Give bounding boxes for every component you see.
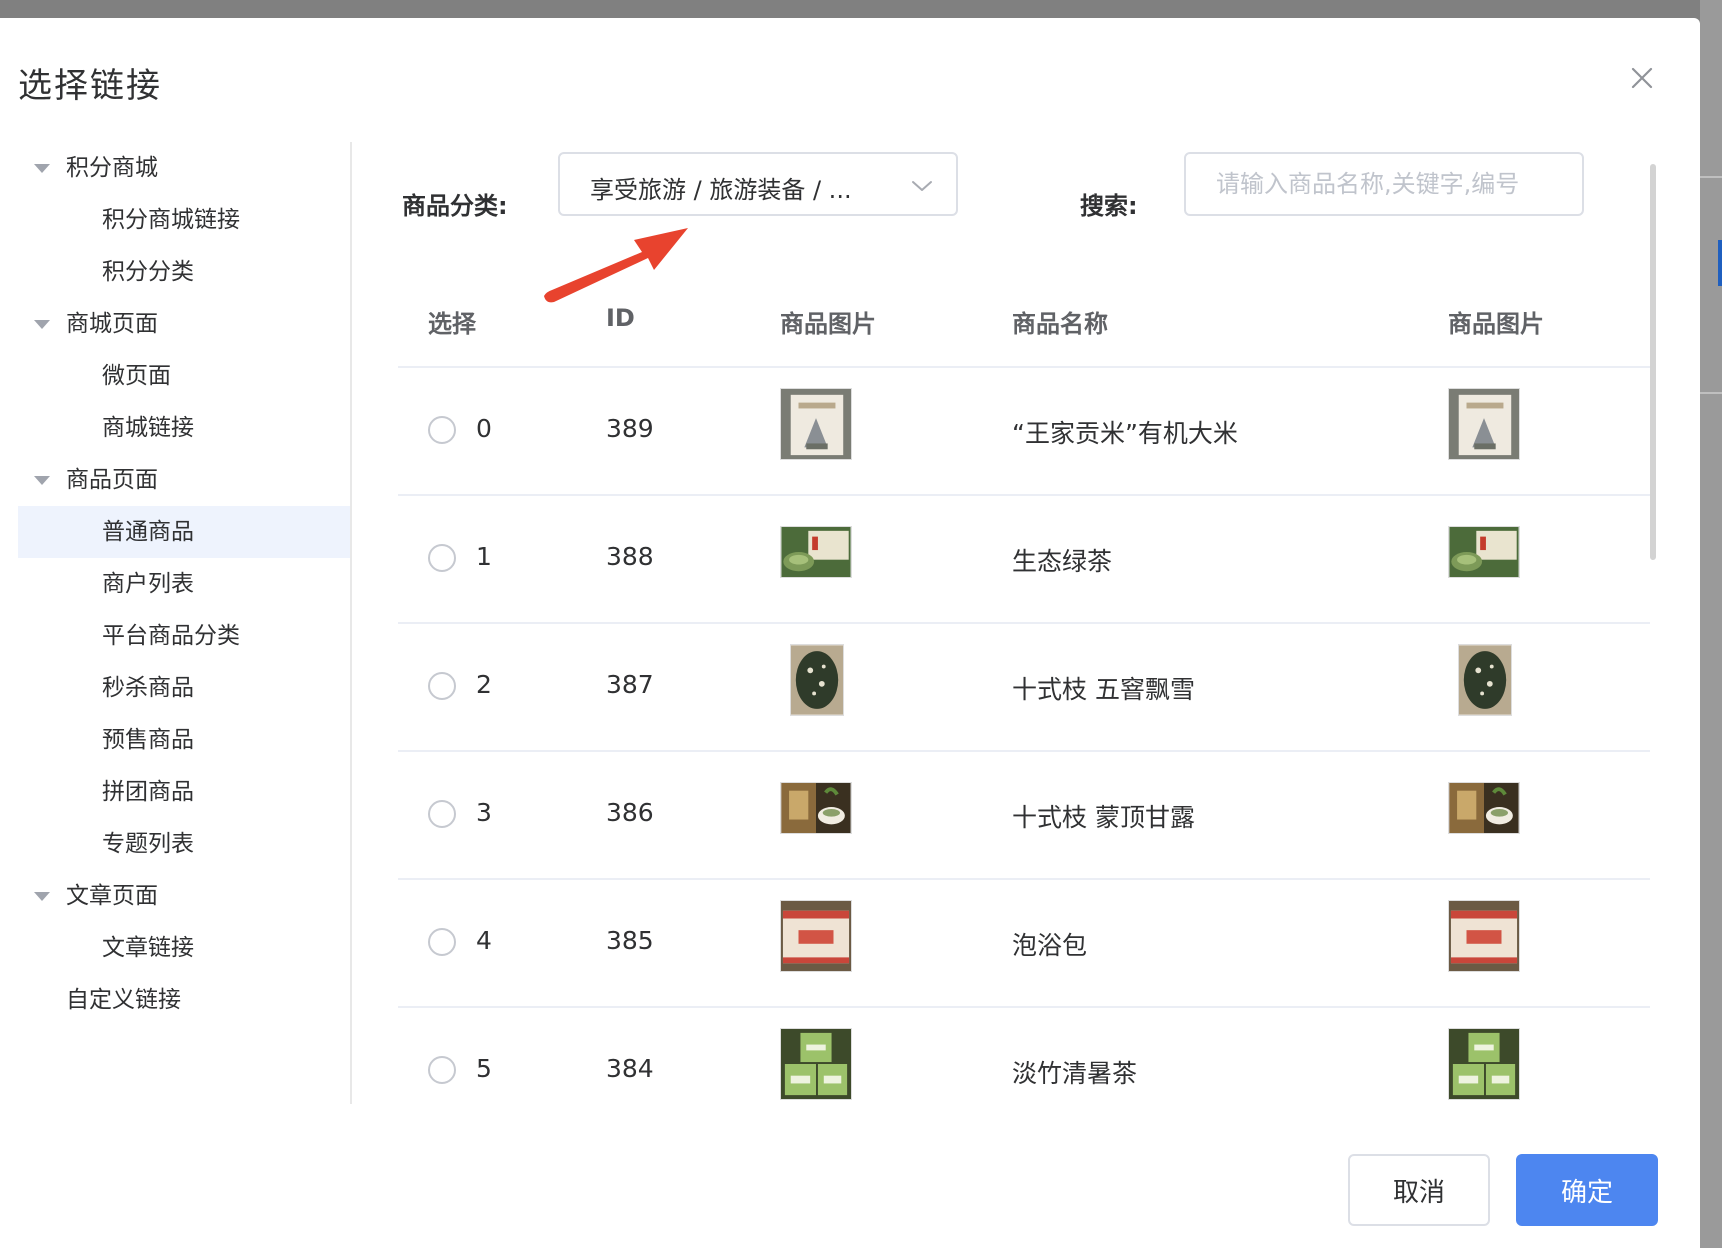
row-radio[interactable] <box>428 928 456 956</box>
row-radio[interactable] <box>428 544 456 572</box>
product-image <box>790 644 844 716</box>
row-id: 388 <box>606 542 654 571</box>
product-name: 生态绿茶 <box>1012 547 1113 576</box>
caret-down-icon <box>34 476 50 485</box>
tree-item-group-buy[interactable]: 拼团商品 <box>18 766 350 818</box>
backdrop-divider <box>1700 392 1722 394</box>
table-row[interactable]: 2 387 十式枝 五窨飘雪 <box>398 622 1650 750</box>
product-table: 选择 ID 商品图片 商品名称 商品图片 0 389 “王家贡米”有机大米 1 … <box>398 282 1650 1104</box>
confirm-button[interactable]: 确定 <box>1516 1154 1658 1226</box>
chevron-down-icon <box>912 181 932 191</box>
row-radio[interactable] <box>428 800 456 828</box>
column-header-select: 选择 <box>428 310 476 338</box>
tree-group-label: 积分商城 <box>66 155 158 181</box>
close-icon[interactable] <box>1622 58 1662 98</box>
tree-group-article-pages[interactable]: 文章页面 <box>18 870 350 922</box>
tree-item-merchant-list[interactable]: 商户列表 <box>18 558 350 610</box>
tree-item-mall-link[interactable]: 商城链接 <box>18 402 350 454</box>
product-image <box>1448 526 1520 578</box>
row-index: 5 <box>476 1054 492 1083</box>
tree-item-presale[interactable]: 预售商品 <box>18 714 350 766</box>
product-image <box>780 1028 852 1100</box>
search-label: 搜索: <box>1080 192 1138 220</box>
tree-item-points-category[interactable]: 积分分类 <box>18 246 350 298</box>
caret-down-icon <box>34 320 50 329</box>
page-backdrop-edge <box>1700 0 1722 1248</box>
row-index: 1 <box>476 542 492 571</box>
product-name: 十式枝 五窨飘雪 <box>1012 675 1195 704</box>
caret-down-icon <box>34 892 50 901</box>
product-image <box>1448 1028 1520 1100</box>
product-image <box>780 388 852 460</box>
cancel-button[interactable]: 取消 <box>1348 1154 1490 1226</box>
row-id: 386 <box>606 798 654 827</box>
product-name: 十式枝 蒙顶甘露 <box>1012 803 1195 832</box>
table-row[interactable]: 3 386 十式枝 蒙顶甘露 <box>398 750 1650 878</box>
category-select[interactable]: 享受旅游 / 旅游装备 / ... <box>558 152 958 216</box>
table-row[interactable]: 5 384 淡竹清暑茶 <box>398 1006 1650 1104</box>
row-index: 3 <box>476 798 492 827</box>
product-name: “王家贡米”有机大米 <box>1012 419 1238 448</box>
tree-item-normal-products[interactable]: 普通商品 <box>18 506 350 558</box>
product-name: 泡浴包 <box>1012 931 1088 960</box>
column-header-image-2: 商品图片 <box>1448 310 1544 338</box>
link-type-tree: 积分商城 积分商城链接 积分分类 商城页面 微页面 商城链接 商品页面 普通商品… <box>18 142 352 1104</box>
row-id: 387 <box>606 670 654 699</box>
backdrop-divider <box>1700 176 1722 178</box>
column-header-image: 商品图片 <box>780 310 876 338</box>
row-index: 4 <box>476 926 492 955</box>
backdrop-tab-indicator <box>1718 240 1722 286</box>
table-row[interactable]: 1 388 生态绿茶 <box>398 494 1650 622</box>
category-select-value: 享受旅游 / 旅游装备 / ... <box>590 176 852 204</box>
row-radio[interactable] <box>428 672 456 700</box>
tree-item-topic-list[interactable]: 专题列表 <box>18 818 350 870</box>
tree-group-points-mall[interactable]: 积分商城 <box>18 142 350 194</box>
tree-item-points-mall-link[interactable]: 积分商城链接 <box>18 194 350 246</box>
tree-item-platform-category[interactable]: 平台商品分类 <box>18 610 350 662</box>
product-image <box>1458 644 1512 716</box>
product-image <box>1448 900 1520 972</box>
caret-down-icon <box>34 164 50 173</box>
row-index: 2 <box>476 670 492 699</box>
table-row[interactable]: 0 389 “王家贡米”有机大米 <box>398 366 1650 494</box>
table-row[interactable]: 4 385 泡浴包 <box>398 878 1650 1006</box>
product-image <box>780 782 852 834</box>
product-image <box>780 526 852 578</box>
row-id: 385 <box>606 926 654 955</box>
row-radio[interactable] <box>428 1056 456 1084</box>
tree-item-micro-page[interactable]: 微页面 <box>18 350 350 402</box>
tree-group-label: 商品页面 <box>66 467 158 493</box>
tree-item-custom-link[interactable]: 自定义链接 <box>18 974 350 1026</box>
category-filter-label: 商品分类: <box>402 192 508 220</box>
product-image <box>780 900 852 972</box>
row-id: 389 <box>606 414 654 443</box>
column-header-id: ID <box>606 304 635 332</box>
product-image <box>1448 782 1520 834</box>
search-input[interactable] <box>1184 152 1584 216</box>
tree-group-mall-pages[interactable]: 商城页面 <box>18 298 350 350</box>
row-id: 384 <box>606 1054 654 1083</box>
dialog-title: 选择链接 <box>18 66 162 106</box>
row-radio[interactable] <box>428 416 456 444</box>
tree-group-label: 文章页面 <box>66 883 158 909</box>
tree-item-flash-sale[interactable]: 秒杀商品 <box>18 662 350 714</box>
tree-group-label: 商城页面 <box>66 311 158 337</box>
product-image <box>1448 388 1520 460</box>
tree-group-product-pages[interactable]: 商品页面 <box>18 454 350 506</box>
column-header-name: 商品名称 <box>1012 310 1108 338</box>
table-scrollbar[interactable] <box>1650 164 1656 560</box>
product-name: 淡竹清暑茶 <box>1012 1059 1138 1088</box>
tree-item-article-link[interactable]: 文章链接 <box>18 922 350 974</box>
row-index: 0 <box>476 414 492 443</box>
